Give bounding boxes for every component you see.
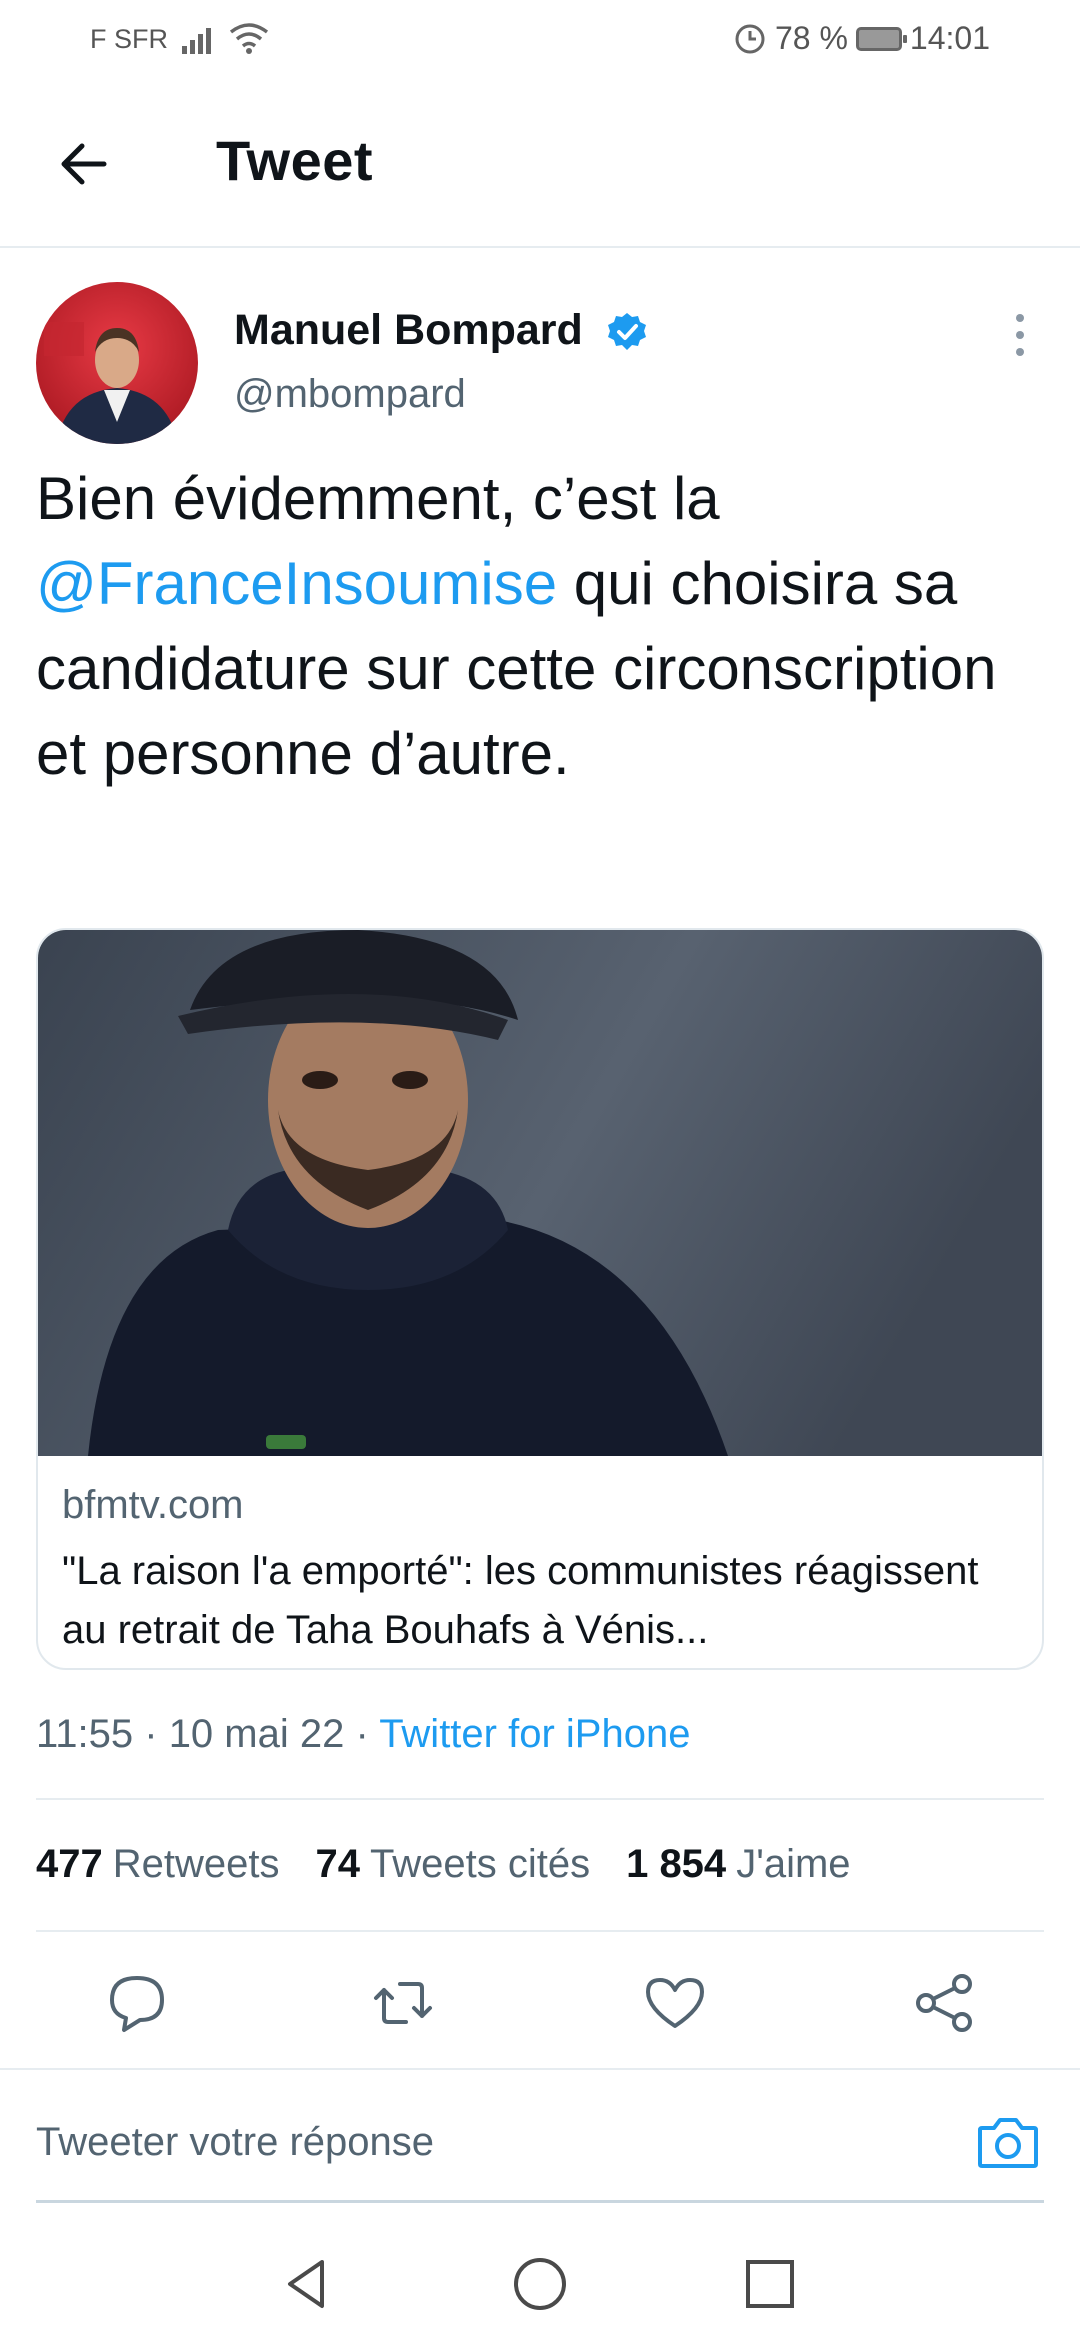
reply-underline (36, 2200, 1044, 2203)
link-domain: bfmtv.com (62, 1483, 244, 1527)
page-title: Tweet (216, 129, 374, 192)
divider (36, 1930, 1044, 1932)
tweet-date: 10 mai 22 (168, 1712, 345, 1756)
signal-icon (182, 28, 211, 54)
share-icon[interactable] (912, 1970, 978, 2036)
tweet-timestamp: 11:55 · 10 mai 22 · Twitter for iPhone (36, 1712, 690, 1757)
status-right: 78 % 14:01 (733, 20, 990, 57)
nav-recents-icon[interactable] (740, 2254, 800, 2314)
author-handle[interactable]: @mbompard (234, 372, 466, 417)
author-name[interactable]: Manuel Bompard (234, 306, 583, 355)
quotes-stat[interactable]: 74 Tweets cités (316, 1842, 591, 1887)
status-bar: F SFR 78 % 14:01 (0, 0, 1080, 80)
likes-count: 1 854 (626, 1842, 727, 1886)
link-preview-card[interactable]: bfmtv.com "La raison l'a emporté": les c… (36, 928, 1044, 1670)
tweet-source-link[interactable]: Twitter for iPhone (379, 1712, 690, 1756)
carrier-label: F SFR (90, 24, 168, 54)
mention-link[interactable]: @FranceInsoumise (36, 550, 557, 617)
clock: 14:01 (909, 20, 990, 56)
likes-label: J'aime (736, 1842, 851, 1886)
top-app-bar: Tweet (0, 80, 1080, 248)
quotes-label: Tweets cités (370, 1842, 591, 1886)
divider (36, 1798, 1044, 1800)
avatar[interactable] (36, 282, 198, 444)
retweets-count: 477 (36, 1842, 103, 1886)
alarm-icon (735, 24, 765, 53)
nav-back-icon[interactable] (278, 2254, 338, 2314)
reply-input[interactable]: Tweeter votre réponse (36, 2120, 434, 2165)
wifi-icon (229, 23, 269, 54)
nav-home-icon[interactable] (510, 2254, 570, 2314)
tweet-text-start: Bien évidemment, c’est la (36, 465, 720, 532)
retweet-icon[interactable] (370, 1970, 436, 2036)
meta-separator: · (344, 1712, 380, 1756)
link-preview-image (38, 930, 1042, 1456)
back-arrow-icon[interactable] (52, 132, 116, 196)
tweet-stats: 477 Retweets 74 Tweets cités 1 854 J'aime (36, 1842, 851, 1887)
quotes-count: 74 (315, 1842, 361, 1886)
tweet-text: Bien évidemment, c’est la @FranceInsoumi… (36, 456, 1046, 796)
tweet-time: 11:55 (36, 1712, 134, 1756)
likes-stat[interactable]: 1 854 J'aime (626, 1842, 850, 1887)
link-title: "La raison l'a emporté": les communistes… (62, 1549, 979, 1652)
retweets-label: Retweets (112, 1842, 280, 1886)
battery-icon (855, 26, 907, 51)
camera-icon[interactable] (974, 2108, 1042, 2176)
verified-badge-icon (608, 313, 646, 350)
divider (0, 2068, 1080, 2070)
meta-separator: · (133, 1712, 169, 1756)
like-icon[interactable] (642, 1970, 708, 2036)
retweets-stat[interactable]: 477 Retweets (36, 1842, 280, 1887)
reply-icon[interactable] (104, 1970, 170, 2036)
battery-percent: 78 % (774, 20, 848, 56)
more-options-icon[interactable] (1004, 312, 1036, 358)
